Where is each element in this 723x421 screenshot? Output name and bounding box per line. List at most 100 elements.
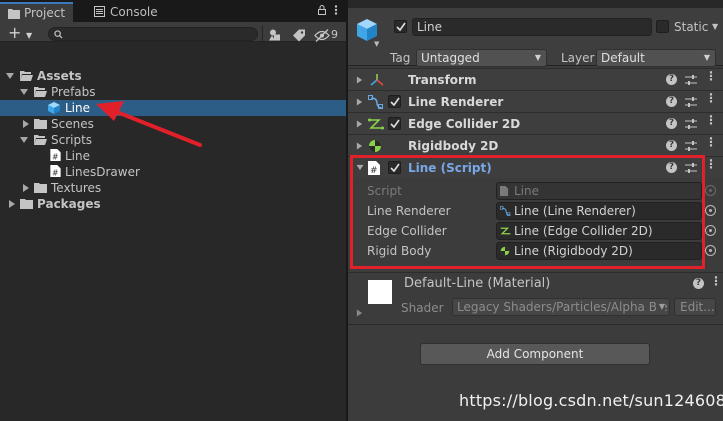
kebab-menu-icon[interactable]: ⋮ <box>705 92 717 104</box>
tree-item-scenes[interactable]: Scenes <box>0 116 346 132</box>
active-checkbox[interactable] <box>394 20 407 33</box>
help-icon[interactable]: ? <box>666 162 677 173</box>
tree-item-script-line[interactable]: # Line <box>0 148 346 164</box>
shader-edit-button[interactable]: Edit... <box>674 298 716 316</box>
prefab-cube-icon <box>48 102 60 114</box>
rigidbody-icon <box>500 246 510 256</box>
presets-icon[interactable] <box>685 118 697 130</box>
kebab-menu-icon[interactable]: ⋮ <box>710 274 722 288</box>
tree-item-assets[interactable]: Assets <box>0 68 346 84</box>
object-picker-icon[interactable] <box>705 245 716 256</box>
kebab-menu-icon[interactable]: ⋮ <box>705 70 717 82</box>
help-icon[interactable]: ? <box>666 118 677 129</box>
tab-console[interactable]: Console <box>86 2 166 22</box>
static-label: Static <box>674 20 709 34</box>
collapsed-arrow-icon[interactable] <box>8 200 16 208</box>
object-picker-icon[interactable] <box>705 225 716 236</box>
object-name-field[interactable]: Line <box>412 18 652 36</box>
checkmark-icon <box>390 97 400 107</box>
layer-dropdown[interactable]: Default ▼ <box>596 49 716 67</box>
component-title: Line (Script) <box>408 161 492 175</box>
checkmark-icon <box>390 119 400 129</box>
line-renderer-field[interactable]: Line (Line Renderer) <box>496 202 702 220</box>
component-line-script[interactable]: # Line (Script) ? ⋮ <box>348 156 723 178</box>
presets-icon[interactable] <box>685 74 697 86</box>
create-button[interactable]: + ▼ <box>8 25 38 42</box>
hidden-count: 9 <box>331 28 338 41</box>
help-icon[interactable]: ? <box>666 74 677 85</box>
inspector-tab-strip <box>348 0 723 8</box>
kebab-menu-icon[interactable]: ⋮ <box>705 158 717 170</box>
component-title: Line Renderer <box>408 95 504 109</box>
expanded-arrow-icon[interactable] <box>356 164 364 171</box>
tree-label-script-line: Line <box>65 149 91 163</box>
checkmark-icon <box>396 22 406 32</box>
tree-item-packages[interactable]: Packages <box>0 196 346 212</box>
presets-icon[interactable] <box>685 96 697 108</box>
lock-icon[interactable] <box>318 5 326 15</box>
component-edge-collider[interactable]: Edge Collider 2D ? ⋮ <box>348 112 723 134</box>
icon-dropdown-icon[interactable]: ▼ <box>374 40 379 48</box>
layer-label: Layer <box>561 51 595 65</box>
collapsed-arrow-icon[interactable] <box>356 120 363 128</box>
shader-dropdown[interactable]: Legacy Shaders/Particles/Alpha Ble ▼ <box>452 298 670 316</box>
static-checkbox[interactable] <box>656 20 669 33</box>
filter-by-type-icon[interactable] <box>268 27 282 44</box>
component-title: Transform <box>408 73 477 87</box>
object-picker-icon <box>705 185 716 196</box>
script-properties: Script Line Line Renderer Line (Line Ren… <box>348 180 723 272</box>
edge-collider-icon <box>500 227 511 235</box>
enabled-checkbox[interactable] <box>388 117 401 130</box>
rigid-body-field[interactable]: Line (Rigidbody 2D) <box>496 242 702 260</box>
component-rigidbody[interactable]: Rigidbody 2D ? ⋮ <box>348 134 723 156</box>
hidden-packages-icon[interactable] <box>314 27 330 44</box>
enabled-checkbox[interactable] <box>388 95 401 108</box>
tag-label: Tag <box>390 51 411 65</box>
kebab-menu-icon[interactable]: ⋮ <box>705 136 717 148</box>
tree-label-textures: Textures <box>51 181 102 195</box>
collapsed-arrow-icon[interactable] <box>22 120 30 128</box>
enabled-checkbox[interactable] <box>388 161 401 174</box>
add-component-button[interactable]: Add Component <box>420 343 650 365</box>
expanded-arrow-icon[interactable] <box>20 88 28 96</box>
layer-value: Default <box>601 51 645 65</box>
filter-by-label-icon[interactable] <box>292 27 306 44</box>
tree-item-line-prefab[interactable]: Line <box>0 100 346 116</box>
rigidbody-icon <box>369 140 381 152</box>
edge-collider-field[interactable]: Line (Edge Collider 2D) <box>496 222 702 240</box>
collapsed-arrow-icon[interactable] <box>356 309 363 317</box>
collapsed-arrow-icon[interactable] <box>22 184 30 192</box>
tree-item-prefabs[interactable]: Prefabs <box>0 84 346 100</box>
presets-icon[interactable] <box>685 162 697 174</box>
svg-text:#: # <box>52 152 58 161</box>
presets-icon[interactable] <box>685 140 697 152</box>
collapsed-arrow-icon[interactable] <box>356 76 363 84</box>
folder-icon <box>8 9 20 19</box>
help-icon[interactable]: ? <box>693 278 704 289</box>
component-transform[interactable]: Transform ? ⋮ <box>348 68 723 90</box>
tree-item-script-linesdrawer[interactable]: # LinesDrawer <box>0 164 346 180</box>
expanded-arrow-icon[interactable] <box>20 136 28 144</box>
search-input[interactable] <box>48 27 258 41</box>
material-name: Default-Line (Material) <box>404 276 551 291</box>
tab-console-label: Console <box>110 5 158 19</box>
line-renderer-prop-label: Line Renderer <box>367 204 451 218</box>
help-icon[interactable]: ? <box>666 96 677 107</box>
tag-dropdown[interactable]: Untagged ▼ <box>416 49 547 67</box>
expanded-arrow-icon[interactable] <box>6 72 14 80</box>
tab-project[interactable]: Project <box>0 2 74 22</box>
component-title: Edge Collider 2D <box>408 117 521 131</box>
kebab-menu-icon[interactable] <box>332 5 340 15</box>
collapsed-arrow-icon[interactable] <box>356 98 363 106</box>
collapsed-arrow-icon[interactable] <box>356 142 363 150</box>
help-icon[interactable]: ? <box>666 140 677 151</box>
line-renderer-icon <box>368 95 384 109</box>
tree-item-textures[interactable]: Textures <box>0 180 346 196</box>
static-dropdown-icon[interactable]: ▼ <box>712 22 718 31</box>
object-picker-icon[interactable] <box>705 205 716 216</box>
tree-item-scripts[interactable]: Scripts <box>0 132 346 148</box>
component-line-renderer[interactable]: Line Renderer ? ⋮ <box>348 90 723 112</box>
project-panel: Project Console + ▼ 9 Assets Prefabs Lin… <box>0 0 346 421</box>
kebab-menu-icon[interactable]: ⋮ <box>705 114 717 126</box>
script-icon: # <box>368 161 380 175</box>
